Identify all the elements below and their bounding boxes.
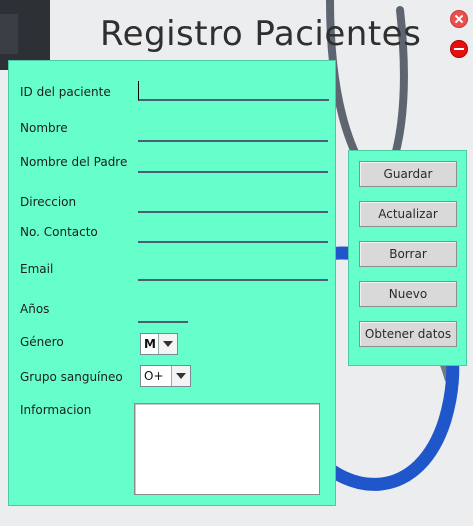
direccion-input[interactable]: [138, 193, 328, 213]
actions-panel: Guardar Actualizar Borrar Nuevo Obtener …: [348, 150, 467, 366]
guardar-button[interactable]: Guardar: [359, 161, 457, 187]
label-genero: Género: [20, 335, 64, 349]
label-email: Email: [20, 262, 54, 276]
minimize-window-icon[interactable]: [450, 40, 468, 58]
page-title: Registro Pacientes: [100, 14, 422, 54]
actualizar-button[interactable]: Actualizar: [359, 201, 457, 227]
chevron-down-icon[interactable]: [158, 334, 177, 354]
genero-dropdown[interactable]: M: [140, 333, 178, 355]
grupo-value: O+: [144, 369, 164, 383]
label-nombre: Nombre: [20, 121, 68, 135]
borrar-button[interactable]: Borrar: [359, 241, 457, 267]
nuevo-button[interactable]: Nuevo: [359, 281, 457, 307]
label-id: ID del paciente: [20, 85, 111, 99]
label-contacto: No. Contacto: [20, 225, 98, 239]
genero-value: M: [144, 337, 156, 351]
padre-input[interactable]: [138, 153, 328, 173]
laptop-edge-image: [0, 14, 18, 54]
label-anos: Años: [20, 302, 50, 316]
label-informacion: Informacion: [20, 403, 92, 417]
obtener-datos-button[interactable]: Obtener datos: [359, 321, 457, 347]
nombre-input[interactable]: [138, 122, 328, 142]
grupo-dropdown[interactable]: O+: [140, 365, 191, 387]
label-padre: Nombre del Padre: [20, 155, 128, 169]
label-grupo: Grupo sanguíneo: [20, 370, 123, 384]
id-input[interactable]: [138, 81, 329, 101]
informacion-textarea[interactable]: [134, 403, 320, 495]
anos-input[interactable]: [138, 303, 188, 323]
email-input[interactable]: [138, 261, 328, 281]
close-window-icon[interactable]: [450, 10, 468, 28]
chevron-down-icon[interactable]: [171, 366, 190, 386]
label-direccion: Direccion: [20, 195, 77, 209]
contacto-input[interactable]: [138, 223, 328, 243]
patient-form-panel: ID del paciente Nombre Nombre del Padre …: [8, 60, 336, 506]
